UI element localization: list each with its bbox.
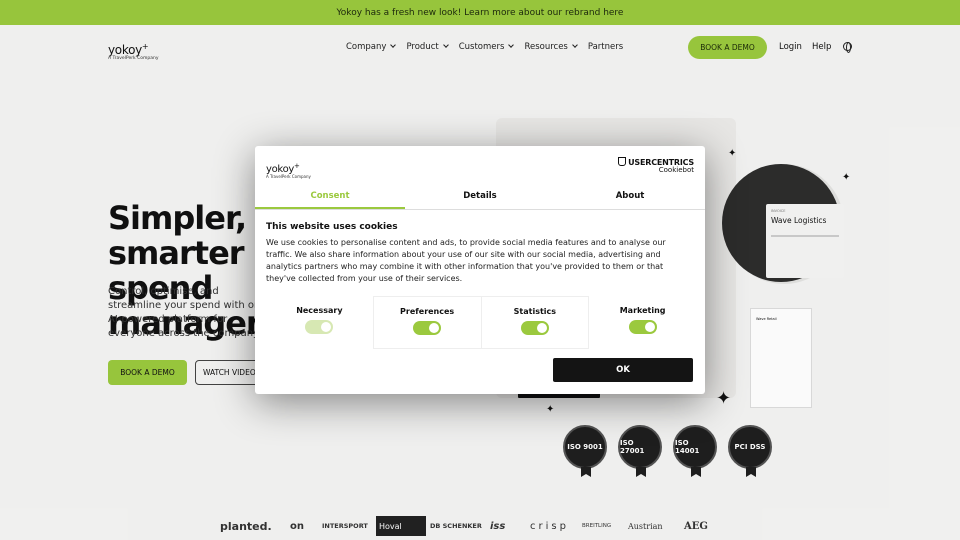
preferences-switch[interactable] <box>413 321 442 335</box>
tab-about[interactable]: About <box>555 186 705 209</box>
ok-button[interactable]: OK <box>553 358 693 382</box>
consent-body: We use cookies to personalise content an… <box>266 238 666 283</box>
usercentrics-logo[interactable]: USERCENTRICS Cookiebot <box>618 156 694 174</box>
cookiebot-text: Cookiebot <box>658 166 694 174</box>
toggle-preferences: Preferences <box>373 296 482 349</box>
tab-details[interactable]: Details <box>405 186 555 209</box>
dialog-logo-subtitle: A TravelPerk Company <box>266 174 311 179</box>
tab-consent[interactable]: Consent <box>255 186 405 209</box>
toggle-statistics: Statistics <box>481 296 590 349</box>
toggle-necessary: Necessary <box>266 296 374 349</box>
necessary-switch <box>305 320 334 334</box>
consent-tabs: Consent Details About <box>255 186 705 210</box>
statistics-switch[interactable] <box>520 321 549 335</box>
toggle-label: Necessary <box>296 306 343 315</box>
toggle-label: Statistics <box>513 307 557 316</box>
toggle-marketing: Marketing <box>589 296 696 349</box>
toggle-label: Preferences <box>400 307 455 316</box>
dialog-logo-plus: + <box>294 162 300 170</box>
cookie-consent-dialog: yokoy+ A TravelPerk Company USERCENTRICS… <box>255 146 705 394</box>
dialog-yokoy-logo: yokoy+ A TravelPerk Company <box>266 157 311 179</box>
consent-toggles: Necessary Preferences Statistics Marketi… <box>266 296 696 349</box>
marketing-switch[interactable] <box>628 320 657 334</box>
consent-title: This website uses cookies <box>266 222 398 232</box>
toggle-label: Marketing <box>619 306 666 315</box>
